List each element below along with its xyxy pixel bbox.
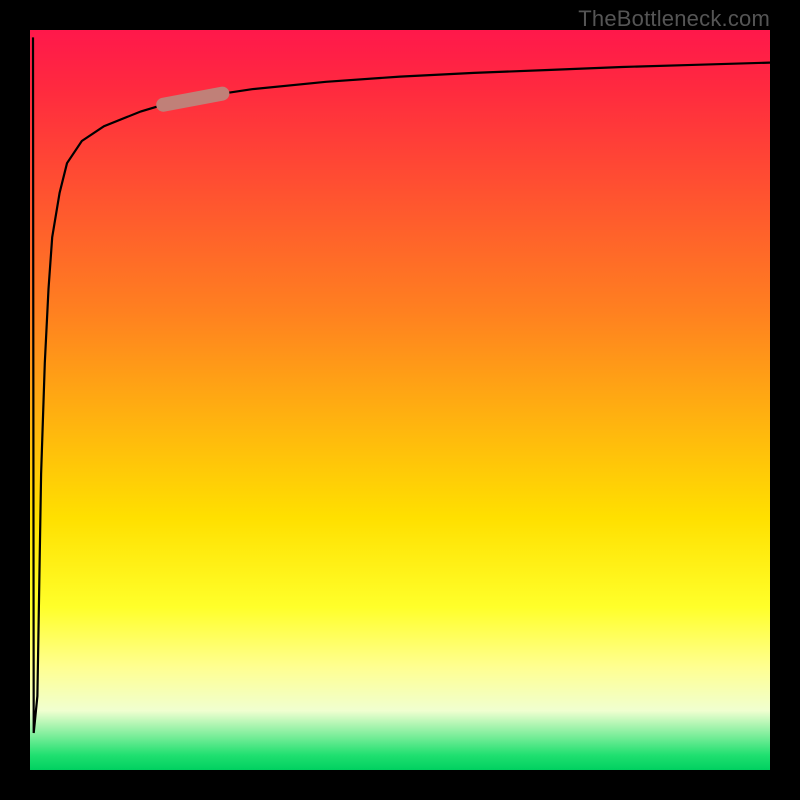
bottleneck-curve-line (33, 37, 770, 733)
chart-frame (30, 30, 770, 770)
chart-svg (30, 30, 770, 770)
bottleneck-marker (163, 94, 222, 105)
attribution-text: TheBottleneck.com (578, 6, 770, 32)
